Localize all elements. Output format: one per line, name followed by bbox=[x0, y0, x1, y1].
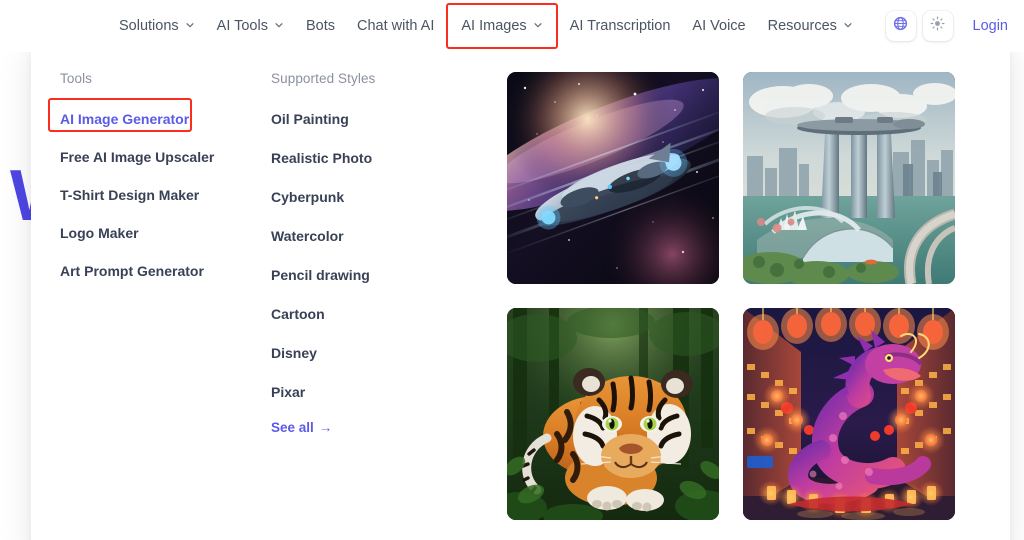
style-item-cyberpunk[interactable]: Cyberpunk bbox=[271, 184, 344, 210]
globe-icon bbox=[893, 16, 908, 36]
style-item-pixar[interactable]: Pixar bbox=[271, 379, 305, 405]
chevron-down-icon bbox=[843, 20, 853, 30]
tools-item-free-ai-image-upscaler[interactable]: Free AI Image Upscaler bbox=[60, 144, 214, 170]
nav-item-resources[interactable]: Resources bbox=[757, 11, 864, 41]
see-all-label: See all bbox=[271, 420, 314, 435]
nav-items-container: Solutions AI Tools Bots Chat with AI AI … bbox=[0, 3, 1024, 49]
style-item-pencil-drawing[interactable]: Pencil drawing bbox=[271, 262, 370, 288]
nav-item-label: Bots bbox=[305, 18, 335, 34]
nav-item-label: AI Transcription bbox=[569, 18, 671, 34]
style-item-oil-painting[interactable]: Oil Painting bbox=[271, 106, 349, 132]
see-all-styles-link[interactable]: See all → bbox=[271, 420, 332, 435]
tools-heading: Tools bbox=[60, 71, 93, 86]
login-button[interactable]: Login bbox=[973, 18, 1008, 34]
nav-item-bots[interactable]: Bots bbox=[295, 11, 346, 41]
gallery-column bbox=[507, 71, 1010, 540]
sun-brightness-icon bbox=[930, 16, 945, 36]
style-item-cartoon[interactable]: Cartoon bbox=[271, 301, 325, 327]
supported-styles-column: Supported Styles Oil Painting Realistic … bbox=[271, 71, 507, 540]
top-navigation-bar: Solutions AI Tools Bots Chat with AI AI … bbox=[0, 0, 1024, 52]
gallery-image-spaceship-nebula[interactable] bbox=[507, 72, 719, 284]
nav-item-label: Solutions bbox=[119, 18, 179, 34]
nav-item-solutions[interactable]: Solutions bbox=[108, 11, 206, 41]
tools-item-logo-maker[interactable]: Logo Maker bbox=[60, 220, 139, 246]
nav-item-label: Chat with AI bbox=[357, 18, 435, 34]
nav-item-label: AI Images bbox=[461, 18, 527, 34]
tools-column: Tools AI Image Generator Free AI Image U… bbox=[31, 71, 271, 540]
gallery-image-tiger-jungle[interactable] bbox=[507, 308, 719, 520]
nav-item-label: Resources bbox=[767, 18, 837, 34]
language-switcher-button[interactable] bbox=[885, 11, 916, 41]
arrow-right-icon: → bbox=[318, 420, 333, 435]
style-item-disney[interactable]: Disney bbox=[271, 340, 317, 366]
tools-item-art-prompt-generator[interactable]: Art Prompt Generator bbox=[60, 258, 204, 284]
tools-item-ai-image-generator[interactable]: AI Image Generator bbox=[47, 98, 193, 132]
tools-list: AI Image Generator Free AI Image Upscale… bbox=[47, 98, 271, 296]
styles-list: Oil Painting Realistic Photo Cyberpunk W… bbox=[271, 106, 507, 437]
nav-item-chat-with-ai[interactable]: Chat with AI bbox=[346, 11, 445, 41]
nav-item-ai-images[interactable]: AI Images bbox=[446, 3, 558, 49]
style-item-watercolor[interactable]: Watercolor bbox=[271, 223, 344, 249]
chevron-down-icon bbox=[533, 20, 543, 30]
chevron-down-icon bbox=[185, 20, 195, 30]
nav-item-ai-tools[interactable]: AI Tools bbox=[206, 11, 295, 41]
nav-item-ai-transcription[interactable]: AI Transcription bbox=[559, 11, 682, 41]
tools-item-t-shirt-design-maker[interactable]: T-Shirt Design Maker bbox=[60, 182, 199, 208]
theme-toggle-button[interactable] bbox=[922, 11, 953, 41]
styles-heading: Supported Styles bbox=[271, 71, 376, 86]
ai-images-dropdown-panel: Tools AI Image Generator Free AI Image U… bbox=[31, 35, 1010, 540]
nav-item-label: AI Voice bbox=[692, 18, 746, 34]
nav-item-label: AI Tools bbox=[216, 18, 268, 34]
chevron-down-icon bbox=[274, 20, 284, 30]
gallery-image-chinese-dragon[interactable] bbox=[743, 308, 955, 520]
style-item-realistic-photo[interactable]: Realistic Photo bbox=[271, 145, 372, 171]
gallery-image-singapore-skyline[interactable] bbox=[743, 72, 955, 284]
nav-item-ai-voice[interactable]: AI Voice bbox=[681, 11, 756, 41]
sample-image-grid bbox=[507, 72, 1010, 520]
